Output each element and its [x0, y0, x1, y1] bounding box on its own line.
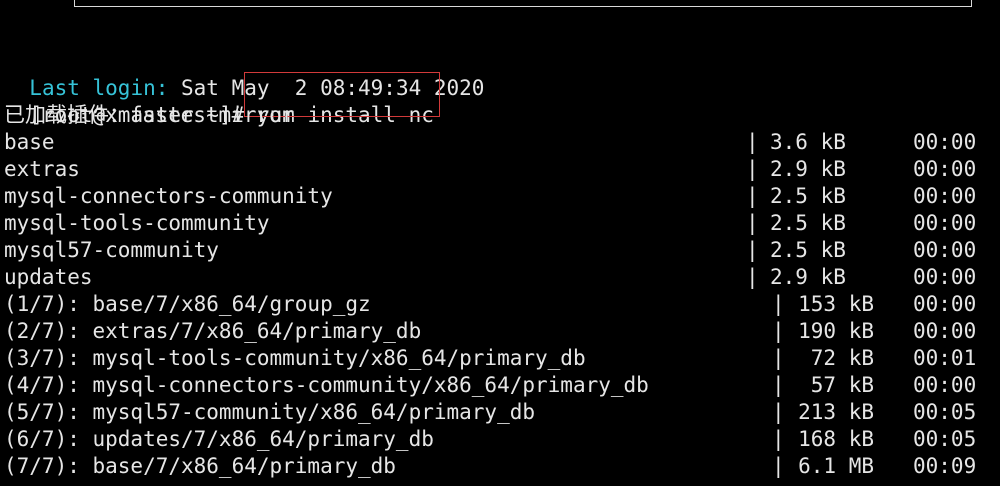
- repo-row: mysql-tools-community | 2.5 kB 00:00: [0, 210, 1000, 237]
- download-size: 168 kB: [798, 427, 874, 451]
- repo-size: 2.5 kB: [770, 238, 846, 262]
- download-size: 190 kB: [798, 319, 874, 343]
- download-separator: |: [772, 400, 785, 424]
- repo-time: 00:00: [913, 211, 977, 235]
- download-row: (4/7): mysql-connectors-community/x86_64…: [0, 372, 1000, 399]
- download-separator: |: [772, 427, 785, 451]
- repo-separator: |: [746, 157, 759, 181]
- last-login-line: Last login: Sat May 2 08:49:34 2020: [4, 48, 484, 100]
- repo-time: 00:00: [913, 130, 977, 154]
- download-row: (7/7): base/7/x86_64/primary_db | 6.1 MB 00…: [0, 453, 1000, 480]
- download-row: (2/7): extras/7/x86_64/primary_db | 190 kB…: [0, 318, 1000, 345]
- download-time: 00:01: [913, 346, 977, 370]
- download-name: (1/7): base/7/x86_64/group_gz: [4, 292, 371, 316]
- repo-size: 2.9 kB: [770, 157, 846, 181]
- download-size: 6.1 MB: [798, 454, 874, 478]
- plugin-line: 已加载插件：fastestmirror: [4, 103, 295, 127]
- download-name: (6/7): updates/7/x86_64/primary_db: [4, 427, 434, 451]
- download-time: 00:00: [913, 373, 977, 397]
- repo-size: 2.9 kB: [770, 265, 846, 289]
- repo-name: extras: [4, 157, 80, 181]
- repo-size: 2.5 kB: [770, 211, 846, 235]
- repo-name: mysql-connectors-community: [4, 184, 333, 208]
- repo-time: 00:00: [913, 238, 977, 262]
- repo-separator: |: [746, 130, 759, 154]
- download-time: 00:00: [913, 292, 977, 316]
- repo-row: base | 3.6 kB 00:00: [0, 129, 1000, 156]
- download-separator: |: [772, 454, 785, 478]
- download-separator: |: [772, 373, 785, 397]
- download-separator: |: [772, 292, 785, 316]
- download-name: (7/7): base/7/x86_64/primary_db: [4, 454, 396, 478]
- download-row: (6/7): updates/7/x86_64/primary_db | 168 k…: [0, 426, 1000, 453]
- repo-name: updates: [4, 265, 93, 289]
- download-name: (5/7): mysql57-community/x86_64/primary_…: [4, 400, 536, 424]
- download-row: (3/7): mysql-tools-community/x86_64/prim…: [0, 345, 1000, 372]
- download-size: 57 kB: [810, 373, 874, 397]
- download-time: 00:05: [913, 400, 977, 424]
- repo-row: mysql-connectors-community | 2.5 kB 00:00: [0, 183, 1000, 210]
- repo-name: mysql-tools-community: [4, 211, 270, 235]
- repo-separator: |: [746, 265, 759, 289]
- command-line[interactable]: [root@xmaster ~]# yum install nc: [4, 75, 434, 127]
- download-name: (4/7): mysql-connectors-community/x86_64…: [4, 373, 649, 397]
- download-time: 00:05: [913, 427, 977, 451]
- download-size: 213 kB: [798, 400, 874, 424]
- download-row: (1/7): base/7/x86_64/group_gz | 153 kB 00:0…: [0, 291, 1000, 318]
- repo-separator: |: [746, 211, 759, 235]
- download-name: (2/7): extras/7/x86_64/primary_db: [4, 319, 422, 343]
- download-name: (3/7): mysql-tools-community/x86_64/prim…: [4, 346, 586, 370]
- download-separator: |: [772, 319, 785, 343]
- download-time: 00:09: [913, 454, 977, 478]
- repo-time: 00:00: [913, 157, 977, 181]
- repo-separator: |: [746, 184, 759, 208]
- repo-row: updates | 2.9 kB 00:00: [0, 264, 1000, 291]
- download-size: 153 kB: [798, 292, 874, 316]
- download-separator: |: [772, 346, 785, 370]
- repo-time: 00:00: [913, 184, 977, 208]
- repo-time: 00:00: [913, 265, 977, 289]
- terminal-frame-edge: [74, 0, 972, 7]
- repo-row: mysql57-community | 2.5 kB 00:00: [0, 237, 1000, 264]
- repo-size: 2.5 kB: [770, 184, 846, 208]
- repo-size: 3.6 kB: [770, 130, 846, 154]
- repo-name: base: [4, 130, 55, 154]
- repo-name: mysql57-community: [4, 238, 219, 262]
- download-row: (5/7): mysql57-community/x86_64/primary_…: [0, 399, 1000, 426]
- repo-row: extras | 2.9 kB 00:00: [0, 156, 1000, 183]
- download-time: 00:00: [913, 319, 977, 343]
- repo-separator: |: [746, 238, 759, 262]
- download-size: 72 kB: [810, 346, 874, 370]
